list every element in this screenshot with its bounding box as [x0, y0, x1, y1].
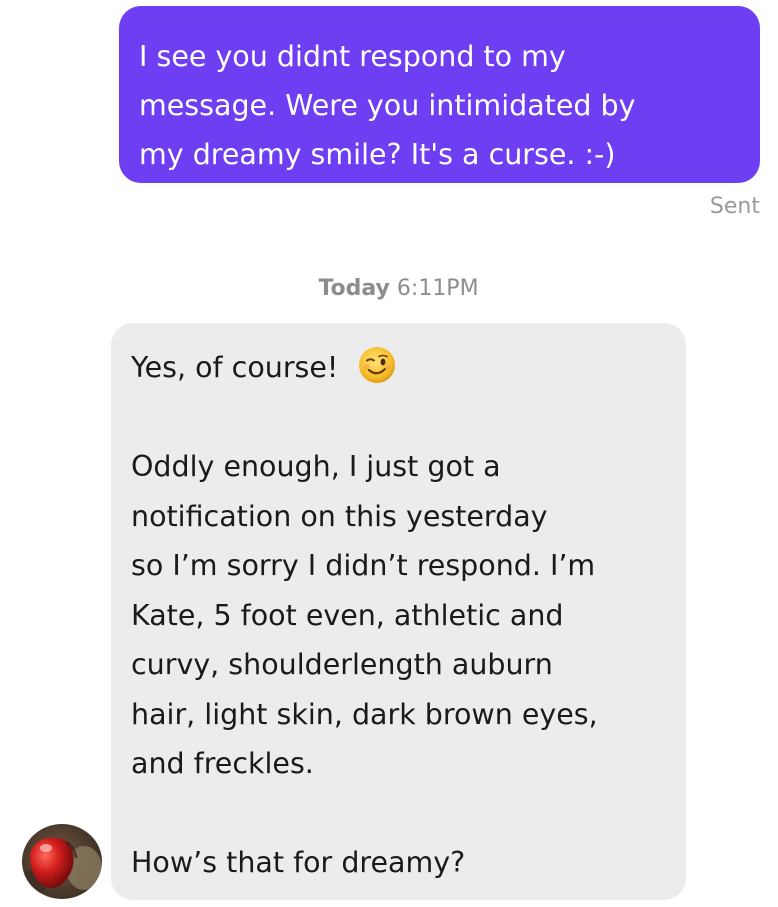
avatar-image	[22, 837, 102, 894]
chat-thread: I see you didnt respond to my message. W…	[0, 0, 778, 907]
incoming-message-bubble[interactable]: Yes, of course! Oddly enough, I just got…	[111, 323, 686, 900]
message-status: Sent	[709, 194, 760, 219]
incoming-message-line: Yes, of course!	[131, 343, 686, 393]
outgoing-message-line: message. Were you intimidated by	[139, 89, 636, 122]
incoming-message-line: so I’m sorry I didn’t respond. I’m	[131, 549, 596, 582]
avatar[interactable]	[22, 824, 102, 899]
incoming-greeting: Yes, of course!	[131, 351, 339, 384]
winking-face-icon	[358, 346, 396, 384]
outgoing-message-line: I see you didnt respond to my	[139, 40, 566, 73]
incoming-message-line: notification on this yesterday	[131, 499, 548, 533]
incoming-message-line: How’s that for dreamy?	[131, 846, 466, 879]
outgoing-message-line: my dreamy smile? It's a curse. :-)	[139, 138, 616, 171]
timestamp-day: Today	[318, 276, 390, 301]
incoming-message-line: hair, light skin, dark brown eyes,	[131, 697, 598, 731]
outgoing-message-bubble[interactable]: I see you didnt respond to my message. W…	[119, 6, 760, 183]
incoming-message-line: Kate, 5 foot even, athletic and	[131, 598, 564, 632]
message-timestamp: Today 6:11PM	[0, 276, 778, 301]
incoming-message-line: Oddly enough, I just got a	[131, 450, 501, 483]
incoming-message-line: curvy, shoulderlength auburn	[131, 648, 553, 681]
timestamp-time: 6:11PM	[396, 276, 479, 301]
incoming-message-line: and freckles.	[131, 747, 314, 780]
